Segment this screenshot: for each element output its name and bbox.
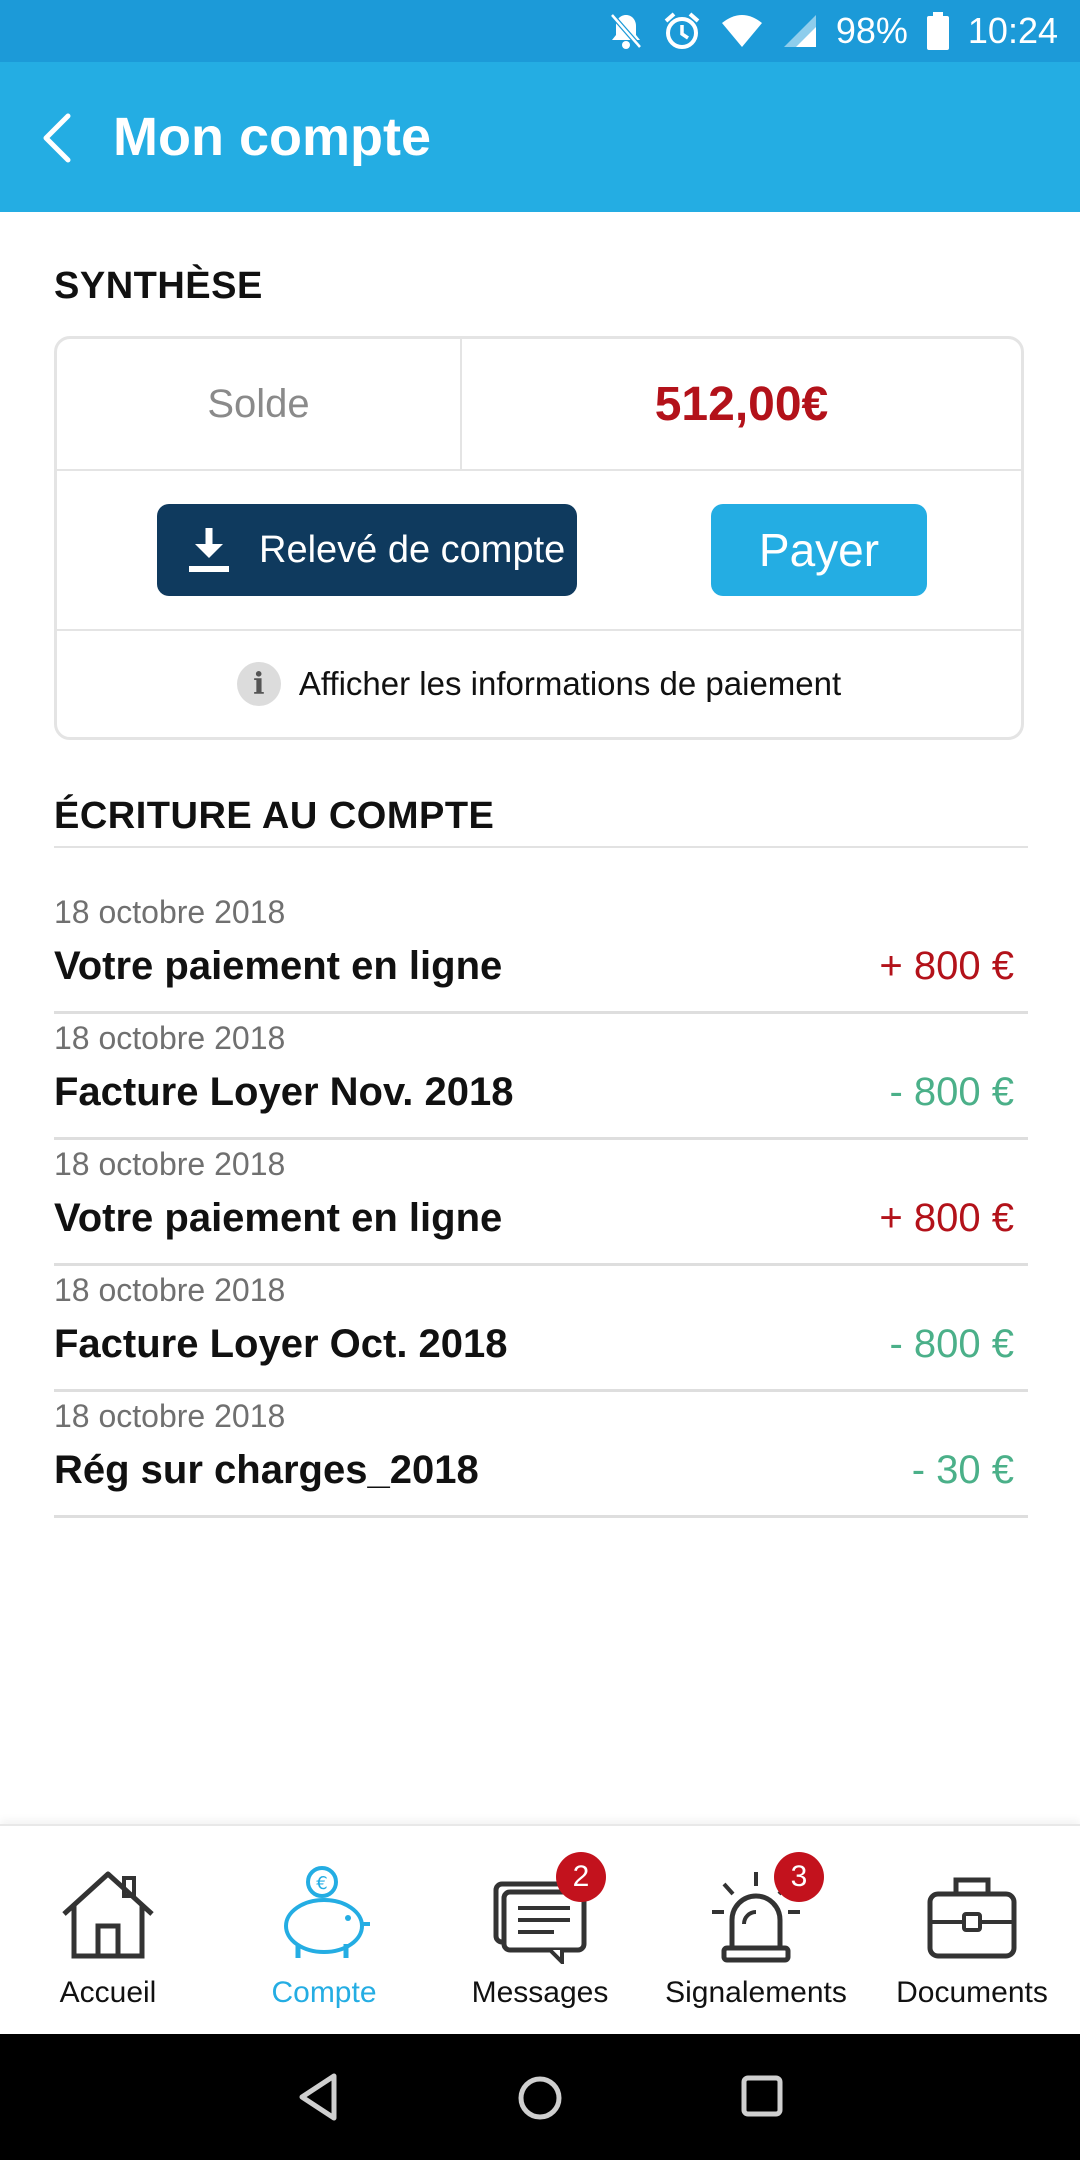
nav-accueil[interactable]: Accueil	[0, 1826, 216, 2036]
svg-text:€: €	[316, 1873, 327, 1894]
back-arrow-icon[interactable]	[34, 110, 84, 166]
list-item[interactable]: 18 octobre 2018 Facture Loyer Nov. 2018 …	[54, 1014, 1028, 1140]
nav-compte[interactable]: € Compte	[216, 1826, 432, 2036]
entry-amount: - 30 €	[911, 1448, 1014, 1492]
bell-off-icon	[609, 13, 642, 49]
account-statement-button[interactable]: Relevé de compte	[157, 504, 577, 596]
entry-label: Rég sur charges_2018	[54, 1448, 479, 1492]
entry-date: 18 octobre 2018	[54, 894, 286, 930]
battery-percent: 98%	[835, 10, 908, 51]
page-title: Mon compte	[113, 107, 431, 167]
nav-label: Messages	[471, 1976, 609, 2009]
entry-amount: + 800 €	[879, 1196, 1014, 1240]
nav-signalements[interactable]: 3 Signalements	[648, 1826, 864, 2036]
payment-info-link[interactable]: i Afficher les informations de paiement	[57, 629, 1021, 739]
recents-square-icon[interactable]	[740, 2074, 784, 2118]
back-triangle-icon[interactable]	[296, 2072, 340, 2122]
entries-heading: ÉCRITURE AU COMPTE	[54, 795, 495, 837]
nav-documents[interactable]: Documents	[864, 1826, 1080, 2036]
messages-badge: 2	[556, 1852, 606, 1902]
nav-label: Documents	[896, 1976, 1048, 2009]
bottom-navigation: Accueil € Compte 2 Messages 3 Signalemen…	[0, 1824, 1080, 2036]
synthese-heading: SYNTHÈSE	[54, 265, 263, 307]
clock: 10:24	[967, 10, 1058, 51]
piggy-bank-icon: €	[284, 1866, 370, 1958]
nav-messages[interactable]: 2 Messages	[432, 1826, 648, 2036]
actions-row: Relevé de compte Payer	[57, 469, 1021, 631]
entry-label: Votre paiement en ligne	[54, 944, 503, 988]
list-item[interactable]: 18 octobre 2018 Votre paiement en ligne …	[54, 888, 1028, 1014]
entries-divider	[54, 846, 1028, 848]
balance-label: Solde	[57, 339, 462, 469]
wifi-icon	[721, 15, 762, 47]
entry-label: Votre paiement en ligne	[54, 1196, 503, 1240]
entry-date: 18 octobre 2018	[54, 1398, 286, 1434]
signalements-badge: 3	[774, 1852, 824, 1902]
info-icon: i	[236, 662, 281, 706]
signal-icon	[783, 15, 816, 47]
status-bar: 98% 10:24	[0, 0, 1080, 62]
payment-info-label: Afficher les informations de paiement	[298, 665, 842, 702]
list-item[interactable]: 18 octobre 2018 Rég sur charges_2018 - 3…	[54, 1392, 1028, 1518]
home-circle-icon[interactable]	[516, 2074, 564, 2122]
home-icon	[62, 1871, 154, 1959]
download-icon	[189, 528, 229, 572]
system-navigation-bar	[0, 2034, 1080, 2160]
entry-date: 18 octobre 2018	[54, 1272, 286, 1308]
account-statement-label: Relevé de compte	[259, 528, 566, 571]
entry-date: 18 octobre 2018	[54, 1020, 286, 1056]
entry-date: 18 octobre 2018	[54, 1146, 286, 1182]
alarm-clock-icon	[664, 12, 700, 49]
pay-button[interactable]: Payer	[711, 504, 927, 596]
nav-label: Accueil	[59, 1976, 157, 2009]
battery-icon	[926, 12, 949, 50]
nav-label: Compte	[271, 1976, 377, 2009]
entry-amount: - 800 €	[889, 1322, 1014, 1366]
entry-label: Facture Loyer Nov. 2018	[54, 1070, 514, 1114]
entry-amount: + 800 €	[879, 944, 1014, 988]
app-bar: Mon compte	[0, 62, 1080, 212]
balance-row: Solde 512,00€	[57, 339, 1021, 471]
entry-amount: - 800 €	[889, 1070, 1014, 1114]
list-item[interactable]: 18 octobre 2018 Votre paiement en ligne …	[54, 1140, 1028, 1266]
list-item[interactable]: 18 octobre 2018 Facture Loyer Oct. 2018 …	[54, 1266, 1028, 1392]
entry-label: Facture Loyer Oct. 2018	[54, 1322, 508, 1366]
briefcase-icon	[927, 1877, 1017, 1959]
balance-value: 512,00€	[654, 377, 829, 431]
synthese-card: Solde 512,00€ Relevé de compte Payer i A…	[54, 336, 1024, 740]
nav-label: Signalements	[665, 1976, 847, 2009]
